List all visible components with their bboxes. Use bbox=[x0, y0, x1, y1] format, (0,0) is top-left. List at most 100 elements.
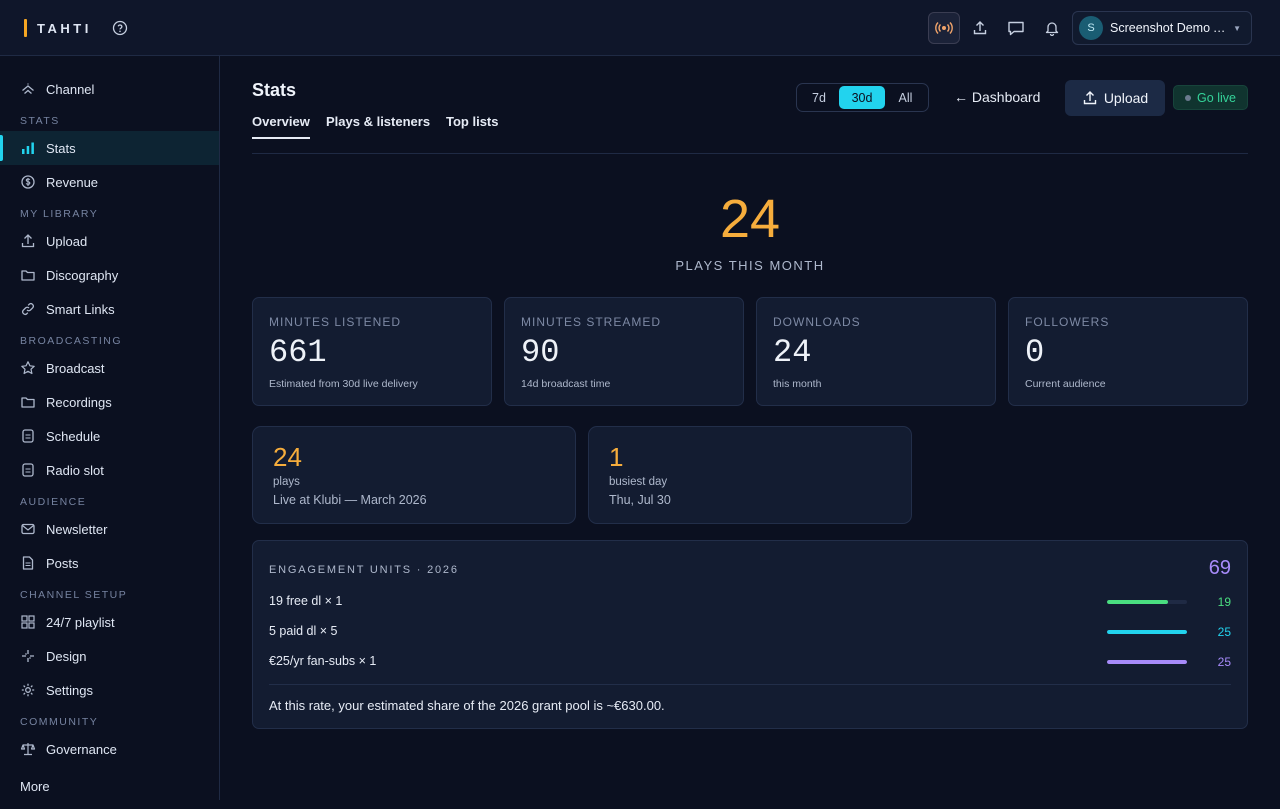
highlight-value: 1 bbox=[609, 442, 624, 472]
document-icon bbox=[20, 462, 36, 478]
sidebar-item-revenue[interactable]: Revenue bbox=[0, 165, 219, 199]
range-30d-button[interactable]: 30d bbox=[839, 86, 885, 109]
engagement-divider bbox=[269, 684, 1231, 685]
chevron-down-icon: ▼ bbox=[1233, 24, 1241, 33]
sidebar-item-label: Governance bbox=[46, 741, 117, 757]
engagement-bar-fill bbox=[1107, 630, 1187, 634]
sidebar-item-stats[interactable]: Stats bbox=[0, 131, 219, 165]
sidebar-item-recordings[interactable]: Recordings bbox=[0, 385, 219, 419]
sidebar-item-label: Discography bbox=[46, 267, 119, 283]
upload-button[interactable]: Upload bbox=[1065, 80, 1165, 116]
upload-icon[interactable] bbox=[964, 12, 996, 44]
tab-plays-listeners[interactable]: Plays & listeners bbox=[326, 114, 430, 129]
sidebar-item-governance[interactable]: Governance bbox=[0, 732, 219, 766]
grant-pool-estimate: At this rate, your estimated share of th… bbox=[269, 698, 665, 713]
highlight-value: 24 bbox=[273, 442, 302, 472]
folder-icon bbox=[20, 267, 36, 283]
sidebar-item-label: Posts bbox=[46, 555, 79, 571]
tab-top-lists[interactable]: Top lists bbox=[446, 114, 498, 129]
stat-label: MINUTES STREAMED bbox=[521, 315, 662, 329]
highlight-card-top-release[interactable]: 24 plays Live at Klubi — March 2026 bbox=[252, 426, 576, 524]
engagement-row: 5 paid dl × 5 25 bbox=[269, 623, 1231, 641]
plays-this-month-value: 24 bbox=[719, 189, 781, 249]
document-icon bbox=[20, 428, 36, 444]
highlight-card-busiest-day[interactable]: 1 busiest day Thu, Jul 30 bbox=[588, 426, 912, 524]
coin-icon bbox=[20, 174, 36, 190]
highlight-unit: plays bbox=[273, 476, 300, 488]
upload-icon bbox=[20, 233, 36, 249]
plays-this-month-label: PLAYS THIS MONTH bbox=[675, 258, 825, 273]
engagement-row: 19 free dl × 1 19 bbox=[269, 593, 1231, 611]
range-all-button[interactable]: All bbox=[885, 86, 926, 109]
channel-icon bbox=[20, 81, 36, 97]
brand-logo[interactable]: TAHTI bbox=[24, 19, 92, 37]
mail-icon bbox=[20, 521, 36, 537]
bell-icon[interactable] bbox=[1036, 12, 1068, 44]
logo-accent-bar bbox=[24, 19, 27, 37]
sidebar-item-newsletter[interactable]: Newsletter bbox=[0, 512, 219, 546]
sidebar-item-label: Stats bbox=[46, 140, 76, 156]
stat-caption: Current audience bbox=[1025, 378, 1106, 390]
stat-card-minutes-listened: MINUTES LISTENED 661 Estimated from 30d … bbox=[252, 297, 492, 406]
active-tab-indicator bbox=[252, 137, 310, 139]
grid-icon bbox=[20, 614, 36, 630]
highlight-description: Thu, Jul 30 bbox=[609, 493, 671, 507]
engagement-bar-fill bbox=[1107, 660, 1187, 664]
sidebar-item-label: Upload bbox=[46, 233, 88, 249]
sidebar-item-label: Newsletter bbox=[46, 521, 108, 537]
dashboard-link[interactable]: ← Dashboard bbox=[954, 89, 1040, 105]
engagement-row-value: 25 bbox=[1217, 625, 1231, 639]
sidebar-item-schedule[interactable]: Schedule bbox=[0, 419, 219, 453]
stat-caption: 14d broadcast time bbox=[521, 378, 611, 390]
sidebar-item-label: Schedule bbox=[46, 428, 101, 444]
help-icon[interactable] bbox=[112, 20, 128, 36]
sidebar-item-channel[interactable]: Channel bbox=[0, 72, 219, 106]
range-7d-button[interactable]: 7d bbox=[799, 86, 839, 109]
sidebar-more[interactable]: More bbox=[20, 779, 50, 794]
sidebar: Channel STATS Stats Revenue MY LIBRARY U… bbox=[0, 56, 220, 800]
sidebar-item-playlist[interactable]: 24/7 playlist bbox=[0, 605, 219, 639]
sidebar-item-smart-links[interactable]: Smart Links bbox=[0, 292, 219, 326]
engagement-row-label: 5 paid dl × 5 bbox=[269, 624, 338, 638]
sidebar-item-design[interactable]: Design bbox=[0, 639, 219, 673]
engagement-row-value: 25 bbox=[1217, 655, 1231, 669]
account-menu[interactable]: S Screenshot Demo A... ▼ bbox=[1072, 11, 1252, 45]
highlight-description: Live at Klubi — March 2026 bbox=[273, 493, 427, 507]
live-broadcast-icon[interactable] bbox=[928, 12, 960, 44]
stat-card-downloads: DOWNLOADS 24 this month bbox=[756, 297, 996, 406]
go-live-button[interactable]: Go live bbox=[1173, 85, 1248, 110]
sidebar-item-settings[interactable]: Settings bbox=[0, 673, 219, 707]
sidebar-item-broadcast[interactable]: Broadcast bbox=[0, 351, 219, 385]
sidebar-section-stats: STATS bbox=[20, 115, 60, 127]
sidebar-item-label: Revenue bbox=[46, 174, 99, 190]
sidebar-section-community: COMMUNITY bbox=[20, 716, 99, 728]
sidebar-item-label: 24/7 playlist bbox=[46, 614, 115, 630]
sidebar-item-radio-slot[interactable]: Radio slot bbox=[0, 453, 219, 487]
account-name: Screenshot Demo A... bbox=[1110, 21, 1230, 35]
stat-label: DOWNLOADS bbox=[773, 315, 861, 329]
sidebar-item-upload[interactable]: Upload bbox=[0, 224, 219, 258]
chat-icon[interactable] bbox=[1000, 12, 1032, 44]
sidebar-item-posts[interactable]: Posts bbox=[0, 546, 219, 580]
sidebar-section-channel-setup: CHANNEL SETUP bbox=[20, 589, 128, 601]
stat-caption: this month bbox=[773, 378, 822, 390]
stat-value: 24 bbox=[773, 334, 812, 371]
stat-card-followers: FOLLOWERS 0 Current audience bbox=[1008, 297, 1248, 406]
stat-caption: Estimated from 30d live delivery bbox=[269, 378, 418, 390]
engagement-row: €25/yr fan-subs × 1 25 bbox=[269, 653, 1231, 671]
scales-icon bbox=[20, 741, 36, 757]
engagement-bar-track bbox=[1107, 630, 1187, 634]
sidebar-item-discography[interactable]: Discography bbox=[0, 258, 219, 292]
status-dot-icon bbox=[1185, 94, 1192, 101]
gear-icon bbox=[20, 682, 36, 698]
go-live-label: Go live bbox=[1197, 90, 1236, 105]
engagement-row-value: 19 bbox=[1217, 595, 1231, 609]
engagement-units-card: ENGAGEMENT UNITS · 2026 69 19 free dl × … bbox=[252, 540, 1248, 729]
engagement-title: ENGAGEMENT UNITS · 2026 bbox=[269, 564, 459, 576]
stat-label: FOLLOWERS bbox=[1025, 315, 1110, 329]
engagement-bar-track bbox=[1107, 600, 1187, 604]
tab-overview[interactable]: Overview bbox=[252, 114, 310, 129]
stat-label: MINUTES LISTENED bbox=[269, 315, 402, 329]
stat-value: 90 bbox=[521, 334, 560, 371]
engagement-row-label: 19 free dl × 1 bbox=[269, 594, 343, 608]
